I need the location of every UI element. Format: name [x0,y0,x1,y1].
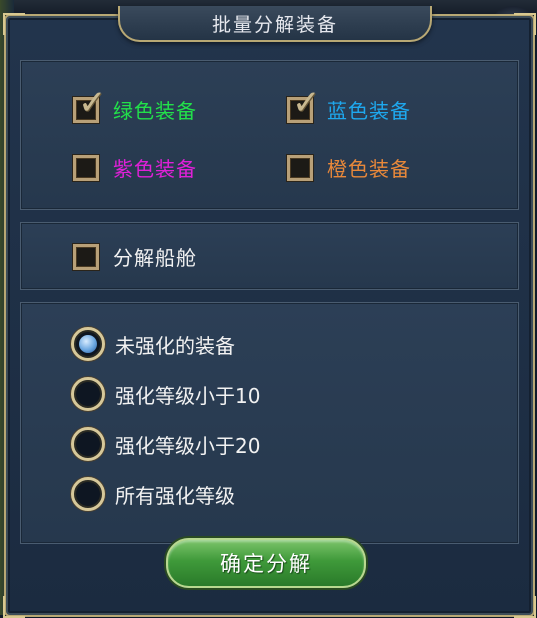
radio-selected-dot [79,335,97,353]
radio-enhance-below-10[interactable]: 强化等级小于10 [71,377,260,411]
checkbox-label: 分解船舱 [113,246,197,270]
radio-label: 强化等级小于20 [115,433,261,458]
checkbox-blue-equipment[interactable]: ✓ 蓝色装备 [287,86,411,124]
radio-label: 所有强化等级 [115,483,235,508]
radio-label: 强化等级小于10 [115,383,261,408]
checkbox-box[interactable] [287,154,313,181]
frame-corner [514,13,536,35]
checkbox-purple-equipment[interactable]: 紫色装备 [73,153,197,182]
radio-unenhanced[interactable]: 未强化的装备 [71,327,235,361]
frame-corner [3,13,25,35]
checkbox-dismantle-hull[interactable]: 分解船舱 [73,242,197,271]
radio-button[interactable] [71,477,105,511]
checkbox-orange-equipment[interactable]: 橙色装备 [287,153,411,182]
radio-button[interactable] [71,327,105,361]
checkbox-label: 绿色装备 [113,99,197,123]
quality-filter-panel: ✓ 绿色装备 ✓ 蓝色装备 紫色装备 橙色装备 [20,60,519,210]
batch-dismantle-dialog: 批量分解装备 ✓ 绿色装备 ✓ 蓝色装备 紫色装备 橙色装备 分解船舱 未强化的… [3,6,536,618]
checkbox-green-equipment[interactable]: ✓ 绿色装备 [73,86,197,124]
check-icon: ✓ [292,82,321,123]
checkbox-label: 橙色装备 [327,157,411,181]
radio-all-enhance-levels[interactable]: 所有强化等级 [71,477,235,511]
radio-label: 未强化的装备 [115,333,235,358]
checkbox-box[interactable]: ✓ [287,86,321,123]
radio-enhance-below-20[interactable]: 强化等级小于20 [71,427,260,461]
confirm-dismantle-button[interactable]: 确定分解 [166,538,366,588]
checkbox-box[interactable]: ✓ [73,86,107,123]
hull-option-panel: 分解船舱 [20,222,519,290]
checkbox-box[interactable] [73,154,99,181]
radio-button[interactable] [71,427,105,461]
title-plate: 批量分解装备 [118,6,432,42]
radio-button[interactable] [71,377,105,411]
checkbox-box[interactable] [73,243,99,270]
dialog-title: 批量分解装备 [211,14,338,36]
enhance-level-panel: 未强化的装备 强化等级小于10 强化等级小于20 所有强化等级 [20,302,519,544]
checkbox-label: 蓝色装备 [327,99,411,123]
checkbox-label: 紫色装备 [113,157,197,181]
check-icon: ✓ [78,82,107,123]
